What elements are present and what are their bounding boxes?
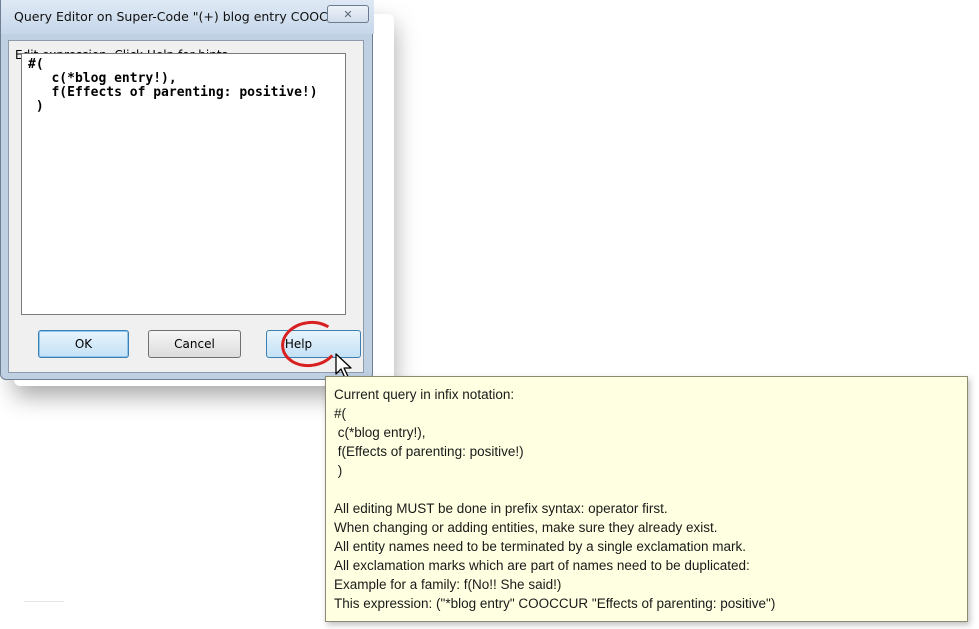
code-line: f(Effects of parenting: positive!): [28, 85, 318, 100]
hint-line: When changing or adding entities, make s…: [334, 520, 718, 535]
infix-line: #(: [334, 406, 347, 421]
window-title: Query Editor on Super-Code "(+) blog ent…: [14, 9, 344, 24]
close-icon: ✕: [343, 7, 353, 21]
infix-line: ): [334, 463, 343, 478]
code-line: #(: [28, 57, 44, 72]
infix-line: f(Effects of parenting: positive!): [334, 444, 524, 459]
hint-line: All editing MUST be done in prefix synta…: [334, 501, 668, 516]
tooltip-header: Current query in infix notation:: [334, 387, 515, 402]
ok-button[interactable]: OK: [38, 330, 129, 358]
help-tooltip: Current query in infix notation: #( c(*b…: [325, 376, 968, 622]
infix-line: c(*blog entry!),: [334, 425, 426, 440]
hint-line: This expression: ("*blog entry" COOCCUR …: [334, 596, 776, 611]
code-line: c(*blog entry!),: [28, 71, 177, 86]
hint-line: Example for a family: f(No!! She said!): [334, 577, 562, 592]
cancel-button[interactable]: Cancel: [148, 330, 241, 358]
tooltip-spacer: [334, 480, 967, 499]
title-bar[interactable]: Query Editor on Super-Code "(+) blog ent…: [1, 0, 374, 34]
hint-line: All exclamation marks which are part of …: [334, 558, 750, 573]
expression-editor[interactable]: #( c(*blog entry!), f(Effects of parenti…: [21, 53, 346, 315]
code-line: ): [28, 99, 44, 114]
hint-line: All entity names need to be terminated b…: [334, 539, 746, 554]
background-mark: [24, 601, 64, 602]
close-button[interactable]: ✕: [327, 5, 369, 23]
